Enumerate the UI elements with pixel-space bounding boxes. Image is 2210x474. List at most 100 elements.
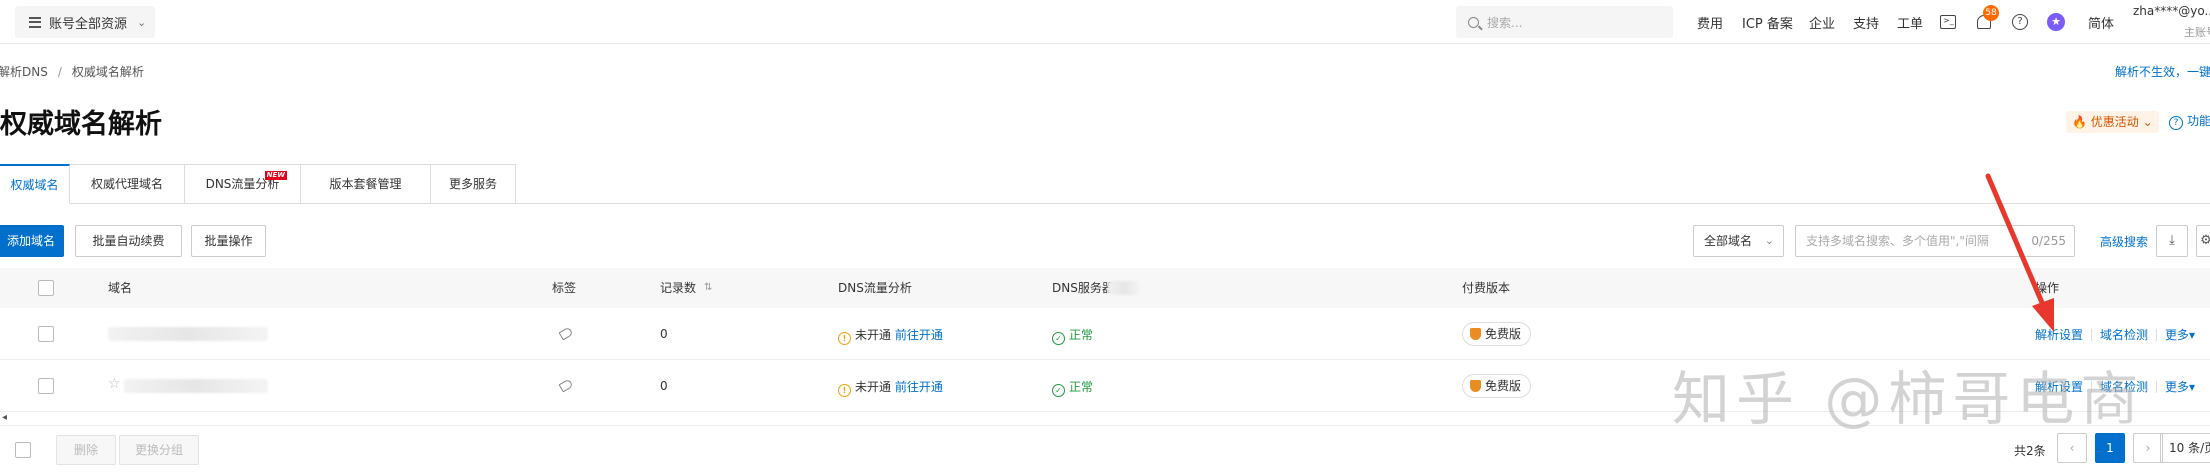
- new-badge: NEW: [264, 171, 287, 180]
- tab-label: 版本套餐管理: [329, 177, 402, 191]
- breadcrumb-current: 权威域名解析: [71, 65, 144, 79]
- row-checkbox[interactable]: [38, 326, 54, 342]
- batch-renew-button[interactable]: 批量自动续费: [75, 225, 182, 257]
- domain-search-input[interactable]: 支持多域名搜索、多个值用","间隔 0/255: [1795, 225, 2075, 257]
- advanced-search-link[interactable]: 高级搜索: [2100, 233, 2148, 250]
- row-actions: 解析设置 域名检测 更多▾: [2035, 326, 2195, 343]
- language-switch[interactable]: 简体: [2088, 13, 2114, 32]
- traffic-status-text: 未开通: [855, 380, 892, 394]
- redacted-domain: [108, 327, 268, 341]
- dns-status-text: 正常: [1069, 380, 1094, 394]
- page-1-button[interactable]: 1: [2095, 433, 2125, 463]
- delete-button[interactable]: 删除: [56, 435, 116, 465]
- scroll-left-icon[interactable]: ◂: [2, 412, 7, 423]
- feature-help-label: 功能: [2187, 114, 2210, 128]
- nav-fees[interactable]: 费用: [1697, 13, 1723, 32]
- nav-ticket[interactable]: 工单: [1897, 13, 1923, 32]
- next-page-button[interactable]: ›: [2133, 433, 2163, 463]
- divider: [2156, 381, 2158, 393]
- help-icon[interactable]: ?: [2012, 14, 2028, 30]
- nav-icp[interactable]: ICP 备案: [1742, 13, 1793, 32]
- tab-bar: 权威域名 权威代理域名 DNS流量分析 NEW 版本套餐管理 更多服务: [0, 164, 516, 204]
- tab-plan-management[interactable]: 版本套餐管理: [301, 164, 431, 204]
- user-name[interactable]: zha****@yo...: [2133, 4, 2210, 18]
- feature-help-link[interactable]: ? 功能: [2169, 112, 2210, 130]
- global-search-input[interactable]: 搜索...: [1456, 6, 1673, 38]
- shield-icon: [1470, 328, 1481, 340]
- plan-badge[interactable]: 免费版: [1462, 322, 1532, 346]
- traffic-status-text: 未开通: [855, 328, 892, 342]
- global-search-placeholder: 搜索...: [1487, 15, 1523, 30]
- top-bar: 账号全部资源 ⌄ 搜索... 费用 ICP 备案 企业 支持 工单 >_ 58 …: [0, 0, 2210, 44]
- tag-icon[interactable]: [558, 326, 574, 341]
- check-icon: ✓: [1052, 332, 1065, 345]
- tab-label: 权威代理域名: [90, 177, 163, 191]
- domain-check-link[interactable]: 域名检测: [2100, 328, 2148, 342]
- star-icon[interactable]: ☆: [108, 376, 121, 392]
- enable-traffic-link[interactable]: 前往开通: [895, 328, 943, 342]
- search-char-count: 0/255: [2031, 234, 2066, 248]
- tab-label: 更多服务: [448, 177, 497, 191]
- nav-support[interactable]: 支持: [1853, 13, 1879, 32]
- tab-label: 权威域名: [10, 178, 59, 192]
- assistant-icon[interactable]: ★: [2047, 13, 2065, 31]
- change-group-button[interactable]: 更换分组: [119, 435, 199, 465]
- breadcrumb-separator: /: [57, 65, 62, 79]
- nav-enterprise[interactable]: 企业: [1809, 13, 1835, 32]
- col-records[interactable]: 记录数: [660, 268, 696, 308]
- check-icon: ✓: [1052, 384, 1065, 397]
- footer-select-all-checkbox[interactable]: [15, 442, 31, 458]
- watermark: 知乎 @柿哥电商: [1672, 365, 2145, 433]
- terminal-icon[interactable]: >_: [1940, 15, 1956, 29]
- record-count: 0: [660, 327, 668, 341]
- more-actions-link[interactable]: 更多▾: [2165, 328, 2195, 342]
- breadcrumb-dns[interactable]: 云解析DNS: [0, 65, 48, 79]
- page-title: 权威域名解析: [0, 109, 162, 140]
- col-dns-server: DNS服务器: [1052, 281, 1114, 295]
- sort-icon[interactable]: ⇅: [704, 268, 712, 308]
- domain-filter-select[interactable]: 全部域名 ⌄: [1693, 225, 1784, 257]
- promo-label: 优惠活动: [2090, 115, 2139, 129]
- page-size-select[interactable]: 10 条/页: [2160, 433, 2210, 463]
- list-icon: [29, 16, 41, 28]
- warning-icon: !: [838, 332, 851, 345]
- plan-label: 免费版: [1485, 327, 1522, 341]
- select-all-checkbox[interactable]: [38, 280, 54, 296]
- tab-dns-traffic[interactable]: DNS流量分析 NEW: [185, 164, 301, 204]
- settings-icon[interactable]: ⚙: [2196, 225, 2210, 257]
- prev-page-button[interactable]: ‹: [2057, 433, 2087, 463]
- redacted-domain: [124, 379, 268, 393]
- col-domain: 域名: [108, 281, 133, 295]
- redacted-text: [1108, 281, 1140, 295]
- col-ops: 操作: [2035, 281, 2060, 295]
- col-plan: 付费版本: [1462, 281, 1511, 295]
- tag-icon[interactable]: [558, 378, 574, 393]
- chevron-down-icon: ⌄: [137, 15, 147, 29]
- record-count: 0: [660, 379, 668, 393]
- tab-more-services[interactable]: 更多服务: [431, 164, 516, 204]
- resolve-settings-link[interactable]: 解析设置: [2035, 328, 2083, 342]
- promo-button[interactable]: 🔥 优惠活动 ⌄: [2066, 111, 2159, 133]
- add-domain-button[interactable]: 添加域名: [0, 225, 64, 257]
- tab-proxy-domains[interactable]: 权威代理域名: [70, 164, 185, 204]
- batch-ops-button[interactable]: 批量操作: [191, 225, 266, 257]
- tab-authoritative-domains[interactable]: 权威域名: [0, 164, 70, 204]
- warning-icon: !: [838, 384, 851, 397]
- col-dns-traffic: DNS流量分析: [838, 281, 912, 295]
- plan-badge[interactable]: 免费版: [1462, 374, 1532, 398]
- domain-filter-label: 全部域名: [1704, 234, 1753, 248]
- domain-search-placeholder: 支持多域名搜索、多个值用","间隔: [1806, 234, 1989, 248]
- col-tag: 标签: [552, 281, 577, 295]
- row-checkbox[interactable]: [38, 378, 54, 394]
- user-account-type: 主账号: [2184, 26, 2210, 39]
- enable-traffic-link[interactable]: 前往开通: [895, 380, 943, 394]
- dns-status: ✓ 正常: [1052, 378, 1093, 397]
- download-icon[interactable]: ⤓: [2156, 225, 2188, 257]
- breadcrumb: 云解析DNS / 权威域名解析: [0, 63, 144, 80]
- more-actions-link[interactable]: 更多▾: [2165, 380, 2195, 394]
- search-icon: [1468, 16, 1479, 28]
- shield-icon: [1470, 380, 1481, 392]
- resource-select[interactable]: 账号全部资源 ⌄: [15, 6, 155, 38]
- resolve-diagnosis-link[interactable]: 解析不生效，一键: [2115, 63, 2210, 80]
- dns-status-text: 正常: [1069, 328, 1094, 342]
